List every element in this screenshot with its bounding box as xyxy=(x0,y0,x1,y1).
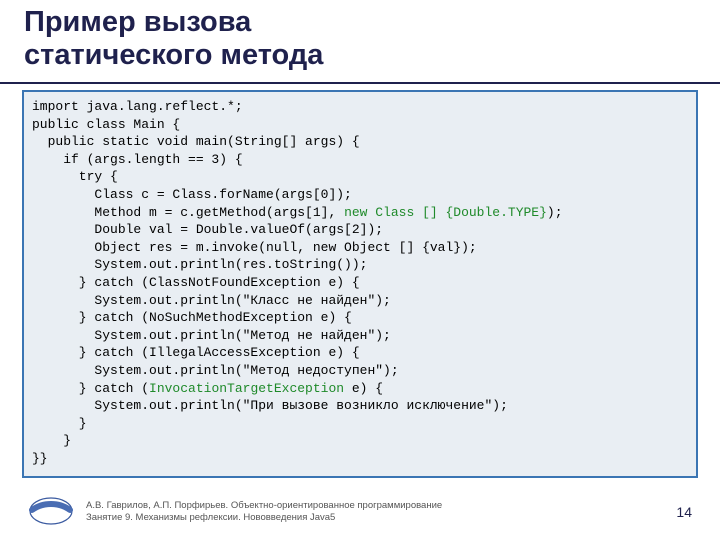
code-line: } catch (IllegalAccessException e) { xyxy=(32,345,360,360)
code-line: System.out.println("Метод недоступен"); xyxy=(32,363,399,378)
title-underline xyxy=(0,82,720,84)
code-line: try { xyxy=(32,169,118,184)
title-line-2: статического метода xyxy=(24,39,323,71)
logo-icon xyxy=(28,496,74,526)
slide: Пример вызова статического метода import… xyxy=(0,0,720,540)
footer: А.В. Гаврилов, А.П. Порфирьев. Объектно-… xyxy=(0,492,720,528)
code-line: if (args.length == 3) { xyxy=(32,152,243,167)
footer-text: А.В. Гаврилов, А.П. Порфирьев. Объектно-… xyxy=(86,500,442,524)
code-highlight: InvocationTargetException xyxy=(149,381,344,396)
code-line: ); xyxy=(547,205,563,220)
code-line: Object res = m.invoke(null, new Object [… xyxy=(32,240,477,255)
code-line: Method m = c.getMethod(args[1], xyxy=(32,205,344,220)
code-line: System.out.println("При вызове возникло … xyxy=(32,398,508,413)
footer-line-1: А.В. Гаврилов, А.П. Порфирьев. Объектно-… xyxy=(86,500,442,511)
code-line: }} xyxy=(32,451,48,466)
code-listing: import java.lang.reflect.*; public class… xyxy=(32,98,688,467)
code-highlight: new Class [] {Double.TYPE} xyxy=(344,205,547,220)
code-line: System.out.println("Класс не найден"); xyxy=(32,293,391,308)
title-line-1: Пример вызова xyxy=(24,6,251,38)
code-line: } catch (NoSuchMethodException e) { xyxy=(32,310,352,325)
code-line: import java.lang.reflect.*; xyxy=(32,99,243,114)
page-number: 14 xyxy=(676,504,692,520)
footer-line-2: Занятие 9. Механизмы рефлексии. Нововвед… xyxy=(86,512,335,523)
slide-title: Пример вызова статического метода xyxy=(24,6,323,73)
code-line: Double val = Double.valueOf(args[2]); xyxy=(32,222,383,237)
code-line: Class c = Class.forName(args[0]); xyxy=(32,187,352,202)
code-line: } catch (ClassNotFoundException e) { xyxy=(32,275,360,290)
code-line: } xyxy=(32,433,71,448)
code-line: e) { xyxy=(344,381,383,396)
code-line: } xyxy=(32,416,87,431)
code-line: public class Main { xyxy=(32,117,180,132)
code-line: System.out.println("Метод не найден"); xyxy=(32,328,391,343)
code-box: import java.lang.reflect.*; public class… xyxy=(22,90,698,478)
code-line: } catch ( xyxy=(32,381,149,396)
code-line: public static void main(String[] args) { xyxy=(32,134,360,149)
code-line: System.out.println(res.toString()); xyxy=(32,257,367,272)
